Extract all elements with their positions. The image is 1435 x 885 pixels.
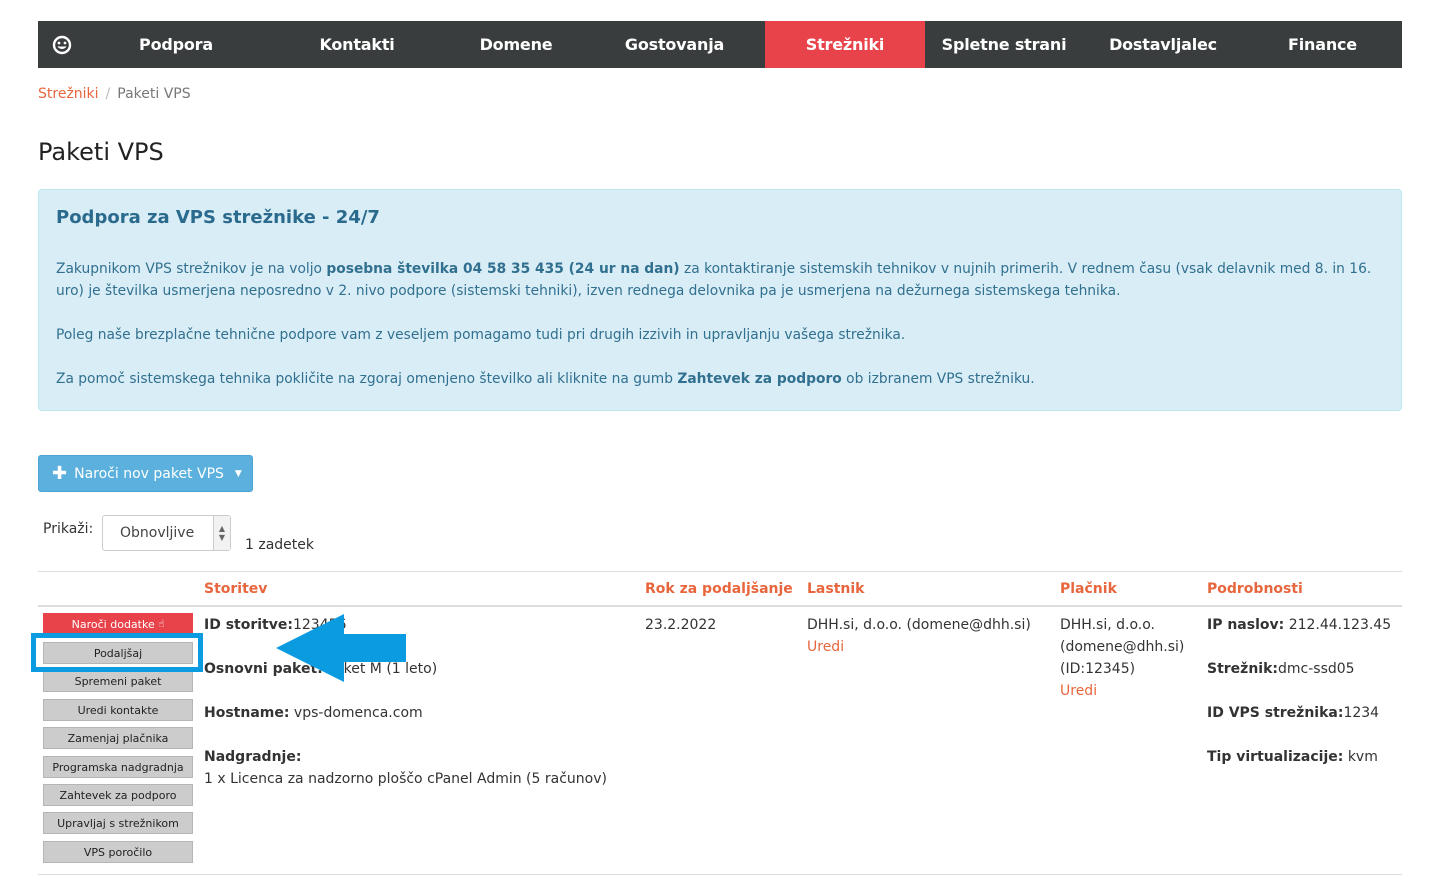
change-payer-button[interactable]: Zamenjaj plačnika	[43, 727, 193, 749]
filter-selected: Obnovljive	[120, 525, 195, 541]
result-count: 1 zadetek	[245, 537, 314, 553]
payer-email: (domene@dhh.si)	[1060, 639, 1185, 655]
software-upgrade-button[interactable]: Programska nadgradnja	[43, 756, 193, 778]
nav-kontakti[interactable]: Kontakti	[266, 21, 448, 68]
owner-name: DHH.si, d.o.o. (domene@dhh.si)	[807, 617, 1031, 633]
support-request-button[interactable]: Zahtevek za podporo	[43, 784, 193, 806]
renewal-date: 23.2.2022	[645, 617, 717, 633]
hand-pointer-icon: ☝	[158, 618, 165, 630]
info-title: Podpora za VPS strežnike - 24/7	[56, 207, 380, 228]
owner-edit-link[interactable]: Uredi	[807, 636, 844, 658]
home-button[interactable]	[38, 21, 86, 68]
detail-server: Strežnik:dmc-ssd05	[1207, 661, 1355, 677]
change-package-button[interactable]: Spremeni paket	[43, 670, 193, 692]
select-arrows-icon: ▲ ▼	[213, 516, 230, 550]
payer-id: (ID:12345)	[1060, 661, 1136, 677]
nav-dostavljalec[interactable]: Dostavljalec	[1083, 21, 1243, 68]
th-storitev: Storitev	[204, 581, 268, 597]
th-rok: Rok za podaljšanje	[645, 581, 793, 597]
page-title: Paketi VPS	[38, 138, 164, 166]
nav-strezniki[interactable]: Strežniki	[765, 21, 925, 68]
nav-finance[interactable]: Finance	[1243, 21, 1402, 68]
caret-down-icon: ▼	[234, 468, 242, 479]
filter-select[interactable]: Obnovljive ▲ ▼	[102, 515, 231, 551]
nav-podpora[interactable]: Podpora	[86, 21, 266, 68]
table-bottom-border	[38, 874, 1402, 875]
breadcrumb-current: Paketi VPS	[117, 86, 191, 102]
nav-gostovanja[interactable]: Gostovanja	[584, 21, 765, 68]
th-placnik: Plačnik	[1060, 581, 1117, 597]
info-paragraph-3: Za pomoč sistemskega tehnika pokličite n…	[56, 371, 1035, 387]
manage-server-button[interactable]: Upravljaj s strežnikom	[43, 812, 193, 834]
service-upgrades-label: Nadgradnje:	[204, 749, 302, 765]
order-vps-label: Naroči nov paket VPS	[74, 465, 224, 482]
detail-ip: IP naslov: 212.44.123.45	[1207, 617, 1392, 633]
service-upgrades: 1 x Licenca za nadzorno ploščo cPanel Ad…	[204, 771, 607, 787]
vps-report-button[interactable]: VPS poročilo	[43, 841, 193, 863]
breadcrumb-separator: /	[105, 86, 111, 102]
info-paragraph-2: Poleg naše brezplačne tehnične podpore v…	[56, 327, 906, 343]
order-addons-button[interactable]: Naroči dodatke ☝	[43, 613, 193, 635]
th-podrobnosti: Podrobnosti	[1207, 581, 1303, 597]
support-info-box: Podpora za VPS strežnike - 24/7 Zakupnik…	[38, 189, 1402, 411]
nav-spletne-strani[interactable]: Spletne strani	[925, 21, 1083, 68]
breadcrumb-strezniki[interactable]: Strežniki	[38, 86, 99, 102]
nav-domene[interactable]: Domene	[448, 21, 584, 68]
edit-contacts-button[interactable]: Uredi kontakte	[43, 699, 193, 721]
th-lastnik: Lastnik	[807, 581, 865, 597]
highlight-box	[31, 633, 203, 672]
service-hostname: Hostname: vps-domenca.com	[204, 705, 423, 721]
table-top-border	[38, 571, 1402, 572]
detail-virtualization: Tip virtualizacije: kvm	[1207, 749, 1378, 765]
payer-name: DHH.si, d.o.o.	[1060, 617, 1155, 633]
order-vps-button[interactable]: ✚ Naroči nov paket VPS ▼	[38, 455, 253, 492]
detail-vps-id: ID VPS strežnika:1234	[1207, 705, 1380, 721]
plus-icon: ✚	[52, 462, 68, 484]
smiley-icon	[52, 35, 72, 54]
main-nav: Podpora Kontakti Domene Gostovanja Strež…	[38, 21, 1402, 68]
filter-label: Prikaži:	[43, 521, 94, 537]
annotation-arrow-icon	[276, 614, 406, 682]
info-paragraph-1: Zakupnikom VPS strežnikov je na voljo po…	[56, 261, 1372, 299]
breadcrumb: Strežniki / Paketi VPS	[38, 86, 191, 102]
payer-edit-link[interactable]: Uredi	[1060, 680, 1097, 702]
table-head-border	[38, 605, 1402, 607]
